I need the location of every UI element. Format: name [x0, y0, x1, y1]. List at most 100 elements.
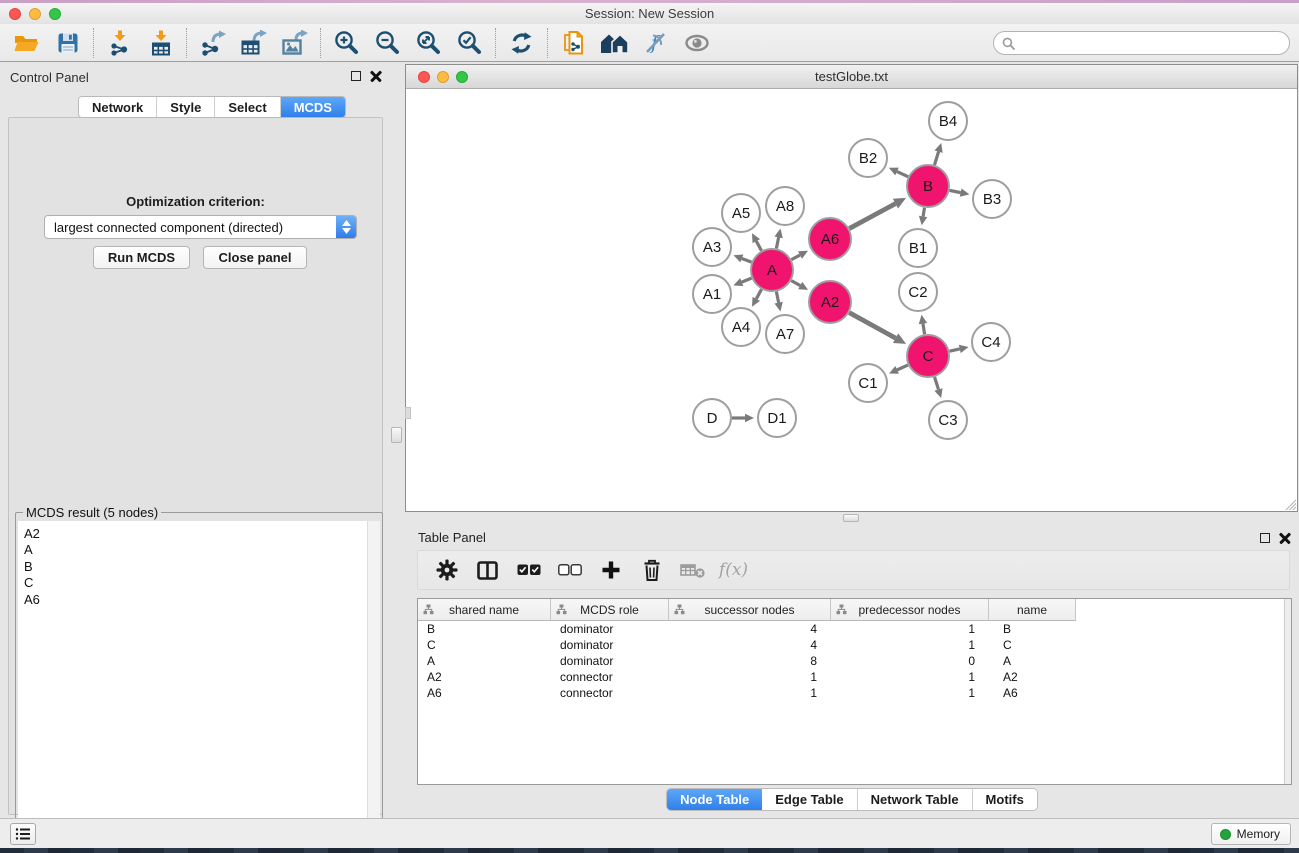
table-row[interactable]: A6connector11A6 [418, 685, 1291, 701]
mcds-result-item[interactable]: C [18, 575, 380, 591]
deselect-all-rows-button[interactable] [551, 553, 588, 587]
save-session-button[interactable] [47, 27, 88, 59]
graph-edge-C-C4[interactable] [949, 349, 959, 351]
first-neighbors-button[interactable] [594, 27, 635, 59]
mcds-result-item[interactable]: A [18, 542, 380, 558]
create-column-button[interactable] [592, 553, 629, 587]
graph-edge-A-A5[interactable] [756, 241, 761, 251]
canvas-left-mark [405, 407, 411, 419]
table-row[interactable]: Bdominator41B [418, 621, 1291, 637]
zoom-out-icon [375, 30, 400, 55]
tab-motifs[interactable]: Motifs [973, 789, 1037, 810]
column-header-MCDS-role[interactable]: MCDS role [551, 599, 669, 621]
main-toolbar: f [0, 24, 1299, 62]
tab-network-table[interactable]: Network Table [858, 789, 973, 810]
column-header-successor-nodes[interactable]: successor nodes [669, 599, 831, 621]
column-header-shared-name[interactable]: shared name [418, 599, 551, 621]
graph-edge-arrowhead [934, 388, 942, 398]
export-network-icon [200, 30, 226, 56]
control-panel-tabs: NetworkStyleSelectMCDS [78, 96, 346, 118]
divider-handle[interactable] [843, 514, 859, 522]
show-details-button[interactable] [676, 27, 717, 59]
close-panel-button[interactable]: Close panel [203, 246, 307, 269]
tab-edge-table[interactable]: Edge Table [762, 789, 857, 810]
open-session-button[interactable] [6, 27, 47, 59]
tab-mcds[interactable]: MCDS [281, 97, 345, 117]
app-titlebar[interactable]: Session: New Session [0, 3, 1299, 24]
zoom-in-button[interactable] [326, 27, 367, 59]
hide-function-button[interactable]: f [635, 27, 676, 59]
memory-button[interactable]: Memory [1211, 823, 1291, 845]
graph-edge-arrowhead [745, 414, 754, 423]
network-canvas-svg[interactable]: AA1A2A3A4A5A6A7A8BB1B2B3B4CC1C2C3C4DD1 [406, 89, 1297, 511]
graph-edge-A-A8[interactable] [776, 237, 778, 248]
horizontal-split-divider[interactable] [406, 512, 1299, 524]
graph-edge-A-A4[interactable] [756, 289, 761, 299]
export-table-button[interactable] [233, 27, 274, 59]
zoom-out-button[interactable] [367, 27, 408, 59]
delete-table-button[interactable] [674, 553, 711, 587]
tab-network[interactable]: Network [79, 97, 157, 117]
close-panel-icon[interactable] [370, 70, 382, 82]
float-panel-icon[interactable] [351, 71, 361, 81]
table-row[interactable]: Cdominator41C [418, 637, 1291, 653]
function-builder-button[interactable]: f(x) [715, 553, 752, 587]
select-all-rows-button[interactable] [510, 553, 547, 587]
copy-network-button[interactable] [553, 27, 594, 59]
zoom-in-icon [334, 30, 359, 55]
graph-edge-B-B1[interactable] [923, 208, 924, 217]
tab-style[interactable]: Style [157, 97, 215, 117]
graph-node-label-C: C [923, 348, 934, 365]
column-header-predecessor-nodes[interactable]: predecessor nodes [831, 599, 989, 621]
zoom-selected-button[interactable] [449, 27, 490, 59]
float-panel-icon[interactable] [1260, 533, 1270, 543]
table-cell: dominator [551, 653, 669, 669]
export-image-button[interactable] [274, 27, 315, 59]
graph-node-label-C2: C2 [908, 284, 927, 301]
mcds-result-item[interactable]: A6 [18, 592, 380, 608]
import-table-button[interactable] [140, 27, 181, 59]
graph-edge-A-A7[interactable] [776, 292, 778, 303]
control-panel: Control Panel NetworkStyleSelectMCDS Opt… [0, 62, 390, 818]
import-network-button[interactable] [99, 27, 140, 59]
network-window-titlebar[interactable]: testGlobe.txt [406, 65, 1297, 89]
run-mcds-button[interactable]: Run MCDS [93, 246, 190, 269]
tab-select[interactable]: Select [215, 97, 280, 117]
result-list-scrollbar[interactable] [367, 521, 380, 853]
graph-edge-A-A2[interactable] [791, 281, 800, 286]
divider-handle[interactable] [391, 427, 402, 443]
graph-edge-C-C1[interactable] [897, 365, 908, 370]
show-panels-button[interactable] [10, 823, 36, 845]
mcds-result-item[interactable]: A2 [18, 521, 380, 542]
graph-edge-A-A1[interactable] [742, 278, 752, 282]
show-columns-button[interactable] [469, 553, 506, 587]
column-header-name[interactable]: name [989, 599, 1076, 621]
close-panel-icon[interactable] [1279, 532, 1291, 544]
mcds-result-item[interactable]: B [18, 559, 380, 575]
vertical-split-divider[interactable] [390, 62, 406, 818]
export-network-button[interactable] [192, 27, 233, 59]
graph-edge-B-B2[interactable] [897, 172, 908, 177]
graph-edge-A6-B[interactable] [849, 204, 895, 229]
graph-edge-A2-C[interactable] [849, 313, 895, 339]
refresh-view-button[interactable] [501, 27, 542, 59]
memory-label: Memory [1237, 827, 1280, 841]
tab-node-table[interactable]: Node Table [667, 789, 762, 810]
search-field[interactable] [993, 31, 1290, 55]
graph-edge-B-B4[interactable] [934, 152, 938, 165]
window-resize-grip[interactable] [1283, 497, 1296, 510]
delete-columns-button[interactable] [633, 553, 670, 587]
table-settings-button[interactable] [428, 553, 465, 587]
search-input[interactable] [1019, 36, 1289, 50]
table-cell: A2 [418, 669, 551, 685]
graph-edge-B-B3[interactable] [950, 190, 961, 192]
zoom-fit-button[interactable] [408, 27, 449, 59]
table-row[interactable]: Adominator80A [418, 653, 1291, 669]
table-scrollbar[interactable] [1284, 599, 1291, 784]
graph-edge-C-C2[interactable] [923, 324, 925, 335]
graph-edge-A-A6[interactable] [791, 255, 800, 260]
criterion-select[interactable]: largest connected component (directed) [44, 215, 357, 239]
graph-edge-A-A3[interactable] [742, 258, 752, 262]
table-row[interactable]: A2connector11A2 [418, 669, 1291, 685]
graph-edge-C-C3[interactable] [935, 377, 939, 389]
